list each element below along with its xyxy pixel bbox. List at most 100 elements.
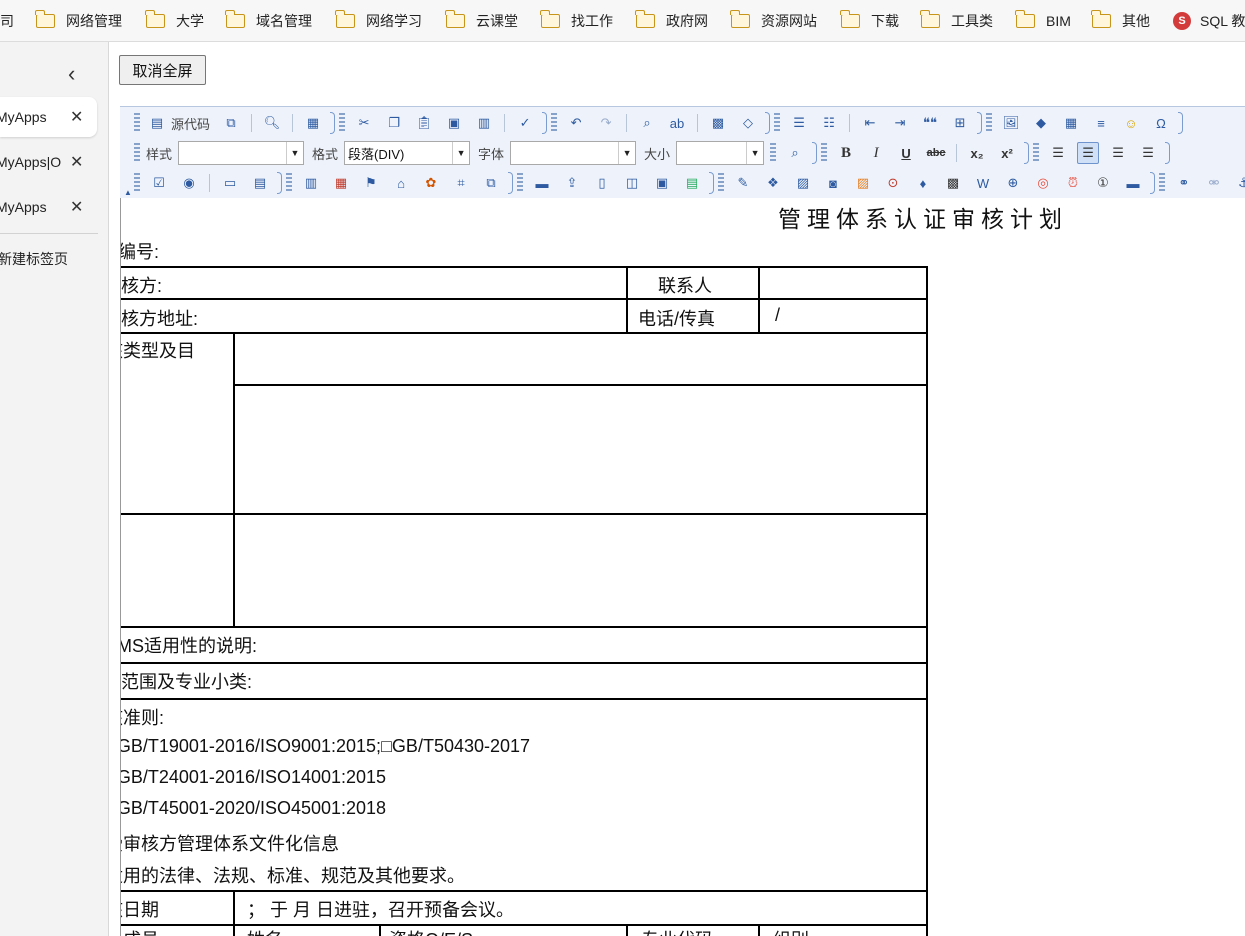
bookmark-other[interactable]: 其他	[1091, 0, 1150, 41]
paste-icon[interactable]: 📋︎	[413, 112, 435, 134]
radio-icon[interactable]: ◉	[178, 172, 200, 194]
button-icon[interactable]: ▬	[531, 172, 553, 194]
bookmark-bim[interactable]: BIM	[1015, 0, 1071, 41]
close-icon[interactable]: ✕	[70, 107, 83, 127]
tab-myapps-1[interactable]: MyApps ✕	[0, 97, 97, 137]
source-code-button[interactable]: ▤ 源代码	[146, 112, 210, 134]
align-justify-icon[interactable]: ☰	[1137, 142, 1159, 164]
map-pin-icon[interactable]: ⊙	[882, 172, 904, 194]
cancel-fullscreen-button[interactable]: 取消全屏	[119, 55, 206, 85]
div-container-icon[interactable]: ⊞	[949, 112, 971, 134]
tab-myapps-3[interactable]: MyApps ✕	[0, 187, 97, 227]
tab-myapps-2[interactable]: MyApps|O ✕	[0, 142, 97, 182]
bookmark-find-job[interactable]: 找工作	[540, 0, 613, 41]
bookmark-download[interactable]: 下载	[840, 0, 899, 41]
special-char-icon[interactable]: Ω	[1150, 112, 1172, 134]
templates-icon[interactable]: ▦	[302, 112, 324, 134]
indent-icon[interactable]: ⇥	[889, 112, 911, 134]
web-icon[interactable]: ⊕	[1002, 172, 1024, 194]
word-icon[interactable]: W	[972, 172, 994, 194]
bookmark-government[interactable]: 政府网	[635, 0, 708, 41]
style-select[interactable]: ▼	[178, 141, 305, 165]
bold-button[interactable]: B	[835, 142, 857, 164]
find-preview-icon[interactable]: ⌕	[784, 142, 806, 164]
superscript-button[interactable]: x²	[996, 142, 1018, 164]
user-select-icon[interactable]: ⚑	[360, 172, 382, 194]
smiley-icon[interactable]: ☺	[1120, 112, 1142, 134]
dialog-icon[interactable]: ⧉	[480, 172, 502, 194]
italic-button[interactable]: I	[865, 142, 887, 164]
microphone-icon[interactable]: ♦	[912, 172, 934, 194]
table-icon[interactable]: ▦	[1060, 112, 1082, 134]
new-tab-button[interactable]: 新建标签页	[0, 249, 68, 269]
format-select[interactable]: 段落(DIV) ▼	[344, 141, 471, 165]
bookmark-sql[interactable]: S SQL 教	[1173, 0, 1245, 41]
subscript-button[interactable]: x₂	[966, 142, 988, 164]
redo-icon[interactable]: ↷	[595, 112, 617, 134]
qrcode-icon[interactable]: ▩	[942, 172, 964, 194]
date-icon[interactable]: ▦	[330, 172, 352, 194]
cut-icon[interactable]: ✂	[353, 112, 375, 134]
picture-field-icon[interactable]: ▨	[792, 172, 814, 194]
subform-icon[interactable]: ▣	[651, 172, 673, 194]
chart-icon[interactable]: ▨	[852, 172, 874, 194]
file-icon[interactable]: ▯	[591, 172, 613, 194]
align-right-icon[interactable]: ☰	[1107, 142, 1129, 164]
line-icon[interactable]: ▬	[1122, 172, 1144, 194]
alarm-icon[interactable]: ⏰︎	[1062, 172, 1084, 194]
textarea-icon[interactable]: ▤	[249, 172, 271, 194]
upload-icon[interactable]: ⇪	[561, 172, 583, 194]
flash-icon[interactable]: ◆	[1030, 112, 1052, 134]
image-icon[interactable]: 🖼︎	[1000, 112, 1022, 134]
tree-icon[interactable]: ⌗	[450, 172, 472, 194]
close-icon[interactable]: ✕	[70, 152, 83, 172]
department-icon[interactable]: ⌂	[390, 172, 412, 194]
layers-icon[interactable]: ❖	[762, 172, 784, 194]
underline-button[interactable]: U	[895, 142, 917, 164]
collapse-panel-icon[interactable]: ‹	[68, 63, 75, 85]
embed-icon[interactable]: ◫	[621, 172, 643, 194]
blockquote-icon[interactable]: ❝❝	[919, 112, 941, 134]
bookmark-network-admin[interactable]: 网络管理	[35, 0, 122, 41]
find-icon[interactable]: ⌕	[636, 112, 658, 134]
numbered-list-icon[interactable]: ☰	[788, 112, 810, 134]
bookmark-cloud-class[interactable]: 云课堂	[445, 0, 518, 41]
anchor-icon[interactable]: ⚓	[1233, 172, 1245, 194]
save-template-icon[interactable]: ⧉	[220, 112, 242, 134]
collapse-toolbar-icon[interactable]: ▲	[124, 188, 132, 197]
font-select[interactable]: ▼	[510, 141, 637, 165]
align-center-icon[interactable]: ☰	[1077, 142, 1100, 164]
checkbox-icon[interactable]: ☑	[148, 172, 170, 194]
unlink-icon[interactable]: ⚮	[1203, 172, 1225, 194]
preview-icon[interactable]: 🔍︎	[261, 112, 283, 134]
size-select[interactable]: ▼	[676, 141, 765, 165]
list-field-icon[interactable]: ▤	[681, 172, 703, 194]
replace-icon[interactable]: ab	[666, 112, 688, 134]
bookmark-university[interactable]: 大学	[145, 0, 204, 41]
number-field-icon[interactable]: ①	[1092, 172, 1114, 194]
org-chart-icon[interactable]: ✿	[420, 172, 442, 194]
undo-icon[interactable]: ↶	[565, 112, 587, 134]
bookmark-partial[interactable]: 司	[0, 0, 14, 41]
textfield-icon[interactable]: ▭	[219, 172, 241, 194]
select-all-icon[interactable]: ▩	[707, 112, 729, 134]
outdent-icon[interactable]: ⇤	[859, 112, 881, 134]
horizontal-rule-icon[interactable]: ≡	[1090, 112, 1112, 134]
align-left-icon[interactable]: ☰	[1047, 142, 1069, 164]
strikethrough-button[interactable]: abc	[925, 142, 947, 164]
document-area[interactable]: 管理体系认证审核计划 编号: 审核方: 联系人 审核方地址: 电话/传真 / 审…	[120, 198, 1245, 936]
bookmark-domain-admin[interactable]: 域名管理	[225, 0, 312, 41]
close-icon[interactable]: ✕	[70, 197, 83, 217]
color-wheel-icon[interactable]: ◎	[1032, 172, 1054, 194]
bookmark-resources[interactable]: 资源网站	[730, 0, 817, 41]
bulleted-list-icon[interactable]: ☷	[818, 112, 840, 134]
bookmark-tools[interactable]: 工具类	[920, 0, 993, 41]
copy-icon[interactable]: ❐	[383, 112, 405, 134]
bookmark-network-study[interactable]: 网络学习	[335, 0, 422, 41]
link-icon[interactable]: ⚭	[1173, 172, 1195, 194]
paste-text-icon[interactable]: ▣	[443, 112, 465, 134]
camera-icon[interactable]: ◙	[822, 172, 844, 194]
signature-icon[interactable]: ✎	[732, 172, 754, 194]
paste-word-icon[interactable]: ▥	[473, 112, 495, 134]
spellcheck-icon[interactable]: ✓	[514, 112, 536, 134]
